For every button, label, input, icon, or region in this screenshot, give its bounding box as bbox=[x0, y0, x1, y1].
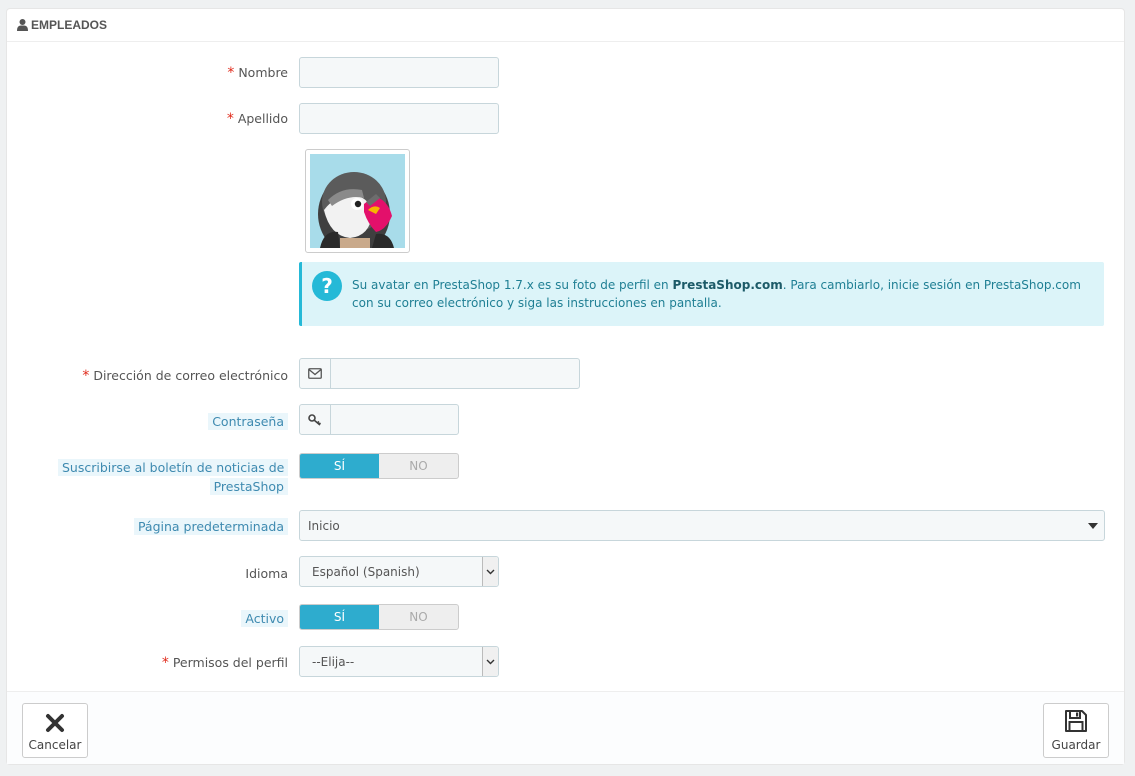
default-page-select[interactable]: Inicio bbox=[299, 510, 1105, 541]
language-select[interactable]: Español (Spanish) bbox=[299, 556, 499, 587]
chevron-down-icon bbox=[486, 659, 495, 664]
question-icon: ? bbox=[312, 271, 342, 301]
language-value: Español (Spanish) bbox=[312, 564, 420, 579]
first-name-input[interactable] bbox=[299, 57, 499, 88]
first-name-label: * Nombre bbox=[227, 63, 288, 83]
active-yes-option[interactable]: SÍ bbox=[300, 605, 379, 629]
panel-title: EMPLEADOS bbox=[31, 18, 108, 32]
active-toggle[interactable]: SÍ NO bbox=[299, 604, 459, 630]
email-addon bbox=[300, 359, 331, 388]
cancel-button[interactable]: Cancelar bbox=[22, 703, 88, 758]
close-icon bbox=[46, 714, 64, 732]
avatar bbox=[305, 149, 410, 254]
newsletter-label: Suscribirse al boletín de noticias de Pr… bbox=[58, 458, 289, 496]
newsletter-yes-option[interactable]: SÍ bbox=[300, 454, 379, 478]
email-field[interactable] bbox=[299, 358, 580, 389]
newsletter-toggle[interactable]: SÍ NO bbox=[299, 453, 459, 479]
default-page-value: Inicio bbox=[308, 518, 340, 533]
alert-text: Su avatar en PrestaShop 1.7.x es su foto… bbox=[352, 276, 1084, 312]
first-name-label-text: Nombre bbox=[238, 65, 288, 80]
active-label-text: Activo bbox=[241, 610, 288, 627]
profile-value: --Elija-- bbox=[312, 654, 355, 669]
language-label-text: Idioma bbox=[245, 566, 288, 581]
default-page-label-text: Página predeterminada bbox=[133, 518, 288, 535]
profile-select[interactable]: --Elija-- bbox=[299, 646, 499, 677]
profile-label-text: Permisos del perfil bbox=[172, 655, 288, 670]
password-label-text: Contraseña bbox=[208, 413, 288, 430]
required-marker: * bbox=[82, 368, 90, 384]
envelope-icon bbox=[308, 368, 322, 379]
floppy-disk-icon bbox=[1065, 710, 1087, 732]
active-no-option[interactable]: NO bbox=[379, 605, 458, 629]
newsletter-no-option[interactable]: NO bbox=[379, 454, 458, 478]
alert-text-1: Su avatar en PrestaShop 1.7.x es su foto… bbox=[352, 278, 673, 292]
profile-label: * Permisos del perfil bbox=[162, 653, 288, 673]
default-page-label: Página predeterminada bbox=[133, 517, 288, 536]
alert-text-bold: PrestaShop.com bbox=[672, 278, 783, 292]
last-name-label: * Apellido bbox=[227, 109, 288, 129]
chevron-down-icon bbox=[486, 569, 495, 574]
key-icon bbox=[308, 413, 321, 426]
required-marker: * bbox=[226, 111, 234, 127]
save-label: Guardar bbox=[1051, 738, 1101, 752]
email-label: * Dirección de correo electrónico bbox=[82, 366, 288, 386]
password-addon bbox=[300, 405, 331, 434]
email-label-text: Dirección de correo electrónico bbox=[93, 368, 288, 383]
chevron-down-icon bbox=[1088, 523, 1098, 529]
password-field[interactable] bbox=[299, 404, 459, 435]
save-button[interactable]: Guardar bbox=[1043, 703, 1109, 758]
newsletter-label-text: Suscribirse al boletín de noticias de Pr… bbox=[58, 459, 289, 495]
prestashop-puffin-avatar bbox=[310, 154, 405, 254]
password-label: Contraseña bbox=[208, 412, 288, 431]
panel-heading: EMPLEADOS bbox=[7, 9, 1124, 42]
user-icon bbox=[17, 19, 28, 31]
required-marker: * bbox=[227, 65, 235, 81]
cancel-label: Cancelar bbox=[28, 738, 82, 752]
avatar-info-alert: ? Su avatar en PrestaShop 1.7.x es su fo… bbox=[299, 262, 1104, 326]
active-label: Activo bbox=[241, 609, 288, 628]
panel-footer: Cancelar Guardar bbox=[7, 691, 1124, 764]
employees-panel: EMPLEADOS * Nombre * Apellido ? Su avata… bbox=[6, 8, 1125, 765]
last-name-input[interactable] bbox=[299, 103, 499, 134]
language-dropdown-button[interactable] bbox=[482, 557, 498, 586]
language-label: Idioma bbox=[245, 564, 288, 583]
last-name-label-text: Apellido bbox=[237, 111, 288, 126]
required-marker: * bbox=[161, 655, 169, 671]
profile-dropdown-button[interactable] bbox=[482, 647, 498, 676]
